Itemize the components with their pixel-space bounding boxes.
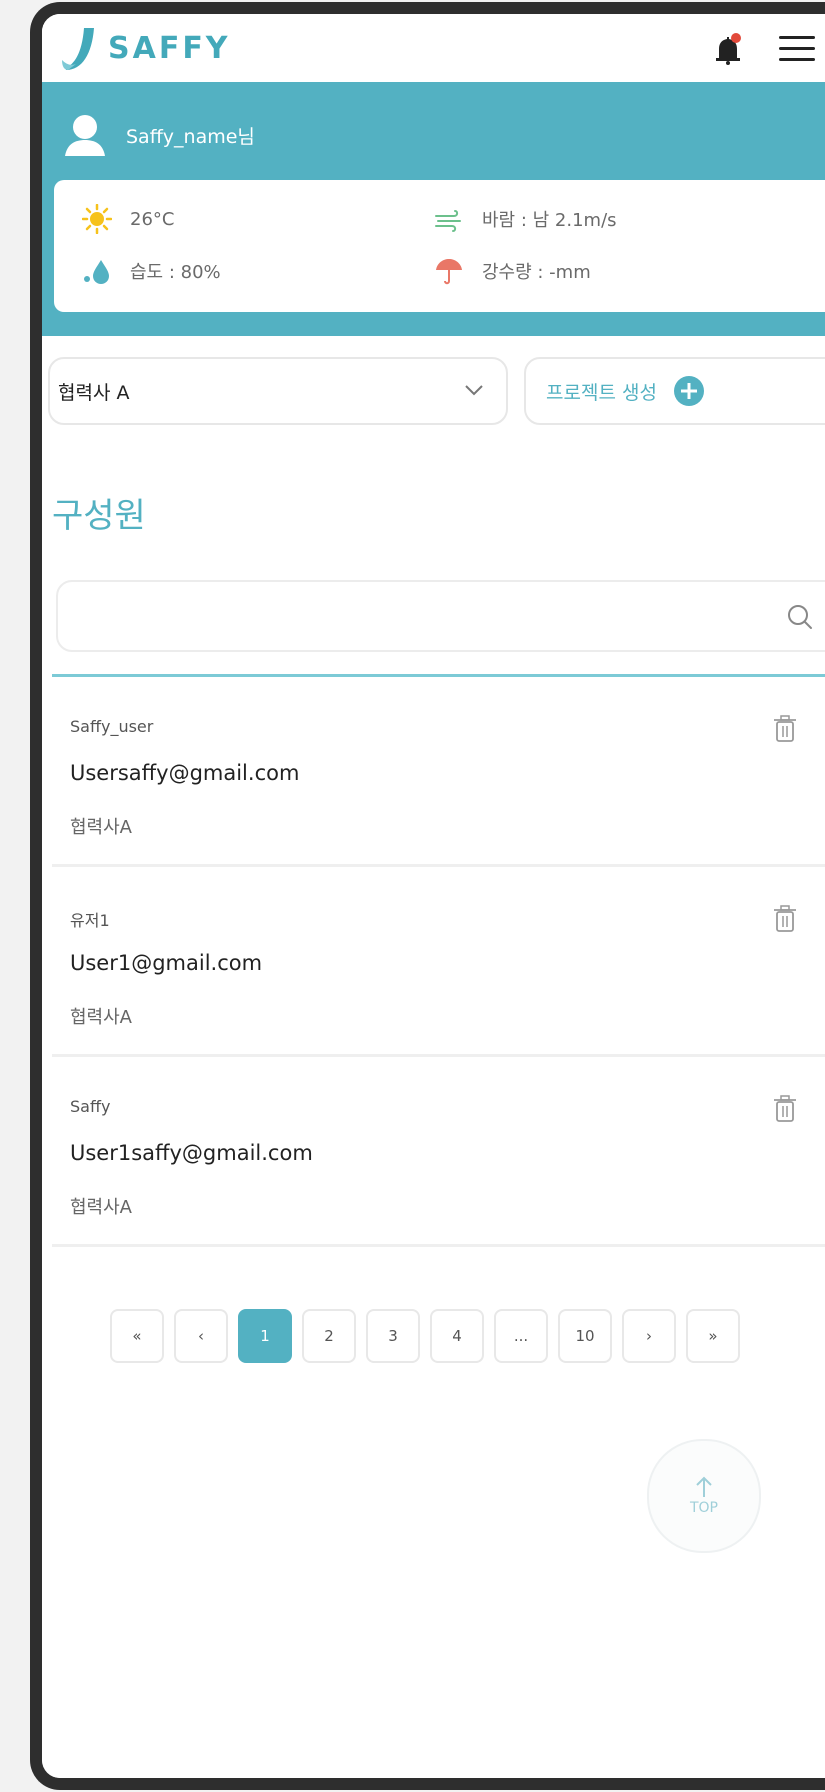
notification-bell-icon[interactable]	[711, 32, 745, 66]
scroll-top-label: TOP	[689, 1500, 718, 1516]
next-page-button[interactable]: ›	[622, 1309, 676, 1363]
page-button-1[interactable]: 1	[238, 1309, 292, 1363]
search-box	[56, 580, 825, 652]
pagination: « ‹ 1 2 3 4 ... 10 › »	[110, 1309, 740, 1363]
trash-icon[interactable]	[773, 715, 797, 743]
trash-icon[interactable]	[773, 1095, 797, 1123]
member-name: Saffy_user	[70, 717, 154, 736]
scroll-top-button[interactable]: TOP	[647, 1439, 761, 1553]
app-screen: SAFFY Saffy_name님 26°C 습도: 80% 바람: 남 2…	[42, 14, 825, 1778]
member-email: User1saffy@gmail.com	[70, 1141, 313, 1165]
plus-circle-icon	[673, 376, 704, 406]
hamburger-menu-icon[interactable]	[779, 36, 815, 62]
wind-icon	[434, 204, 464, 234]
page-button-10[interactable]: 10	[558, 1309, 612, 1363]
temperature-value: 26°C	[130, 208, 175, 230]
page-button-2[interactable]: 2	[302, 1309, 356, 1363]
user-info-band: Saffy_name님 26°C 습도: 80% 바람: 남 2.1m/s …	[42, 82, 825, 336]
device-frame: SAFFY Saffy_name님 26°C 습도: 80% 바람: 남 2…	[30, 2, 825, 1790]
app-header: SAFFY	[42, 14, 825, 80]
member-email: Usersaffy@gmail.com	[70, 761, 300, 785]
logo[interactable]: SAFFY	[60, 22, 231, 74]
user-avatar-icon	[65, 115, 105, 156]
umbrella-icon	[434, 256, 464, 286]
logo-text: SAFFY	[108, 30, 231, 66]
page-title: 구성원	[52, 496, 146, 536]
humidity-value: 습도 : 80%	[130, 262, 221, 283]
page-button-3[interactable]: 3	[366, 1309, 420, 1363]
trash-icon[interactable]	[773, 905, 797, 933]
member-name: Saffy	[70, 1097, 111, 1116]
weather-card: 26°C 습도 : 80% 바람: 남 2.1m/s 강수량: -mm	[54, 180, 825, 312]
member-company: 협력사A	[70, 817, 132, 838]
weather-rain: 강수량 : -mm	[434, 256, 591, 286]
user-name: Saffy_name님	[126, 125, 255, 148]
first-page-button[interactable]: «	[110, 1309, 164, 1363]
sun-icon	[82, 204, 112, 234]
last-page-button[interactable]: »	[686, 1309, 740, 1363]
list-item[interactable]: Saffy User1saffy@gmail.com 협력사A	[52, 1057, 825, 1247]
weather-humidity: 습도 : 80%	[82, 256, 221, 286]
create-project-label: 프로젝트 생성	[546, 381, 657, 404]
member-email: User1@gmail.com	[70, 951, 263, 975]
weather-temperature: 26°C	[82, 204, 174, 234]
logo-mark-icon	[62, 28, 94, 70]
water-drop-icon	[82, 256, 112, 286]
member-company: 협력사A	[70, 1007, 132, 1028]
rain-value: 강수량 : -mm	[482, 262, 591, 283]
page-button-4[interactable]: 4	[430, 1309, 484, 1363]
prev-page-button[interactable]: ‹	[174, 1309, 228, 1363]
member-list: Saffy_user Usersaffy@gmail.com 협력사A 유저1 …	[52, 677, 825, 1247]
create-project-button[interactable]: 프로젝트 생성	[524, 357, 825, 425]
search-icon[interactable]	[785, 602, 815, 632]
list-item[interactable]: Saffy_user Usersaffy@gmail.com 협력사A	[52, 677, 825, 867]
user-row: Saffy_name님	[62, 112, 255, 158]
list-item[interactable]: 유저1 User1@gmail.com 협력사A	[52, 867, 825, 1057]
arrow-up-icon	[696, 1476, 712, 1497]
member-company: 협력사A	[70, 1197, 132, 1218]
partner-select-value: 협력사 A	[58, 381, 130, 404]
weather-wind: 바람 : 남 2.1m/s	[434, 204, 617, 234]
partner-select[interactable]: 협력사 A	[48, 357, 508, 425]
member-name: 유저1	[70, 911, 110, 930]
chevron-down-icon	[465, 385, 483, 396]
wind-value: 바람 : 남 2.1m/s	[482, 210, 617, 231]
search-input[interactable]	[74, 600, 638, 636]
page-ellipsis: ...	[494, 1309, 548, 1363]
